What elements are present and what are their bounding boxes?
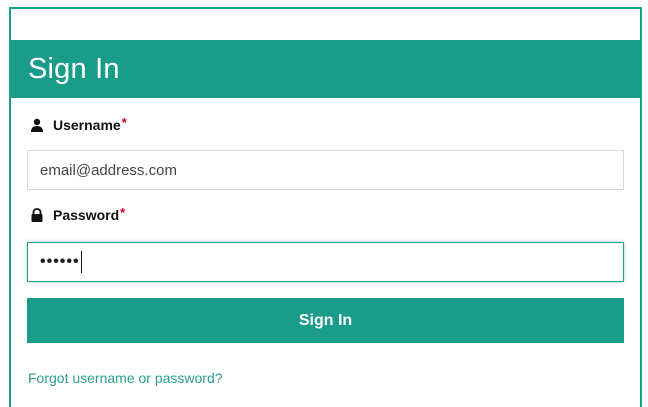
user-icon xyxy=(30,118,44,132)
required-marker: * xyxy=(120,204,126,220)
required-marker: * xyxy=(121,114,127,130)
password-label-text: Password xyxy=(53,207,120,223)
signin-header: Sign In xyxy=(11,40,640,98)
lock-icon xyxy=(30,208,44,222)
page-title: Sign In xyxy=(28,52,120,85)
username-input[interactable] xyxy=(27,150,624,190)
password-masked-value: •••••• xyxy=(40,253,80,270)
signin-button[interactable]: Sign In xyxy=(27,298,624,343)
text-caret xyxy=(80,251,82,273)
password-input[interactable]: •••••• xyxy=(27,242,624,282)
username-label-text: Username xyxy=(53,117,121,133)
forgot-credentials-link[interactable]: Forgot username or password? xyxy=(28,370,223,386)
password-label: Password * xyxy=(30,204,126,223)
username-label: Username * xyxy=(30,114,127,133)
